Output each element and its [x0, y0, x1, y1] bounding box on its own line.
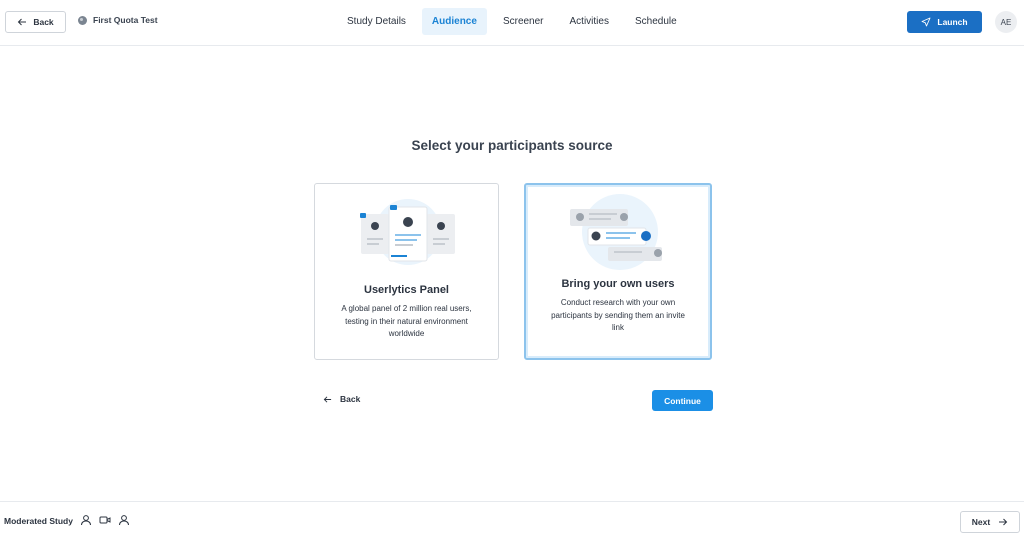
globe-icon: [78, 15, 87, 25]
panel-illustration: [360, 199, 455, 265]
next-label: Next: [971, 517, 991, 527]
option-card-bring-your-own-users[interactable]: Bring your own users Conduct research wi…: [524, 183, 712, 360]
tab-activities[interactable]: Activities: [560, 8, 619, 35]
back-link[interactable]: Back: [323, 394, 360, 404]
user-icon: [119, 515, 129, 526]
study-title: First Quota Test: [78, 15, 158, 25]
footer-icons: [80, 514, 130, 526]
launch-label: Launch: [937, 17, 968, 27]
top-bar: Back First Quota Test Study Details Audi…: [0, 0, 1024, 46]
header-back-button[interactable]: Back: [5, 11, 66, 33]
option-title: Userlytics Panel: [364, 284, 449, 296]
arrow-left-icon: [323, 395, 332, 403]
arrow-left-icon: [18, 18, 27, 26]
option-description: Conduct research with your own participa…: [551, 298, 685, 332]
tab-screener[interactable]: Screener: [493, 8, 554, 35]
tab-audience[interactable]: Audience: [421, 8, 487, 35]
option-description: A global panel of 2 million real users, …: [341, 304, 472, 338]
avatar[interactable]: AE: [995, 11, 1017, 33]
footer-bar: Moderated Study Next: [0, 501, 1024, 536]
tab-study-details[interactable]: Study Details: [337, 8, 416, 35]
study-type-label: Moderated Study: [4, 516, 73, 526]
header-back-label: Back: [33, 17, 54, 27]
option-card-userlytics-panel[interactable]: Userlytics Panel A global panel of 2 mil…: [314, 183, 499, 360]
video-camera-icon: [99, 516, 111, 524]
study-title-text: First Quota Test: [93, 15, 158, 25]
send-icon: [921, 17, 931, 27]
arrow-right-icon: [999, 518, 1008, 526]
study-tabs: Study Details Audience Screener Activiti…: [337, 8, 693, 35]
option-title: Bring your own users: [561, 278, 675, 290]
tab-schedule[interactable]: Schedule: [625, 8, 687, 35]
page-title: Select your participants source: [411, 138, 613, 153]
next-button[interactable]: Next: [960, 511, 1020, 533]
continue-button[interactable]: Continue: [652, 390, 713, 411]
launch-button[interactable]: Launch: [907, 11, 982, 33]
back-link-label: Back: [340, 394, 361, 404]
invite-illustration: [570, 194, 662, 270]
user-icon: [81, 515, 91, 526]
